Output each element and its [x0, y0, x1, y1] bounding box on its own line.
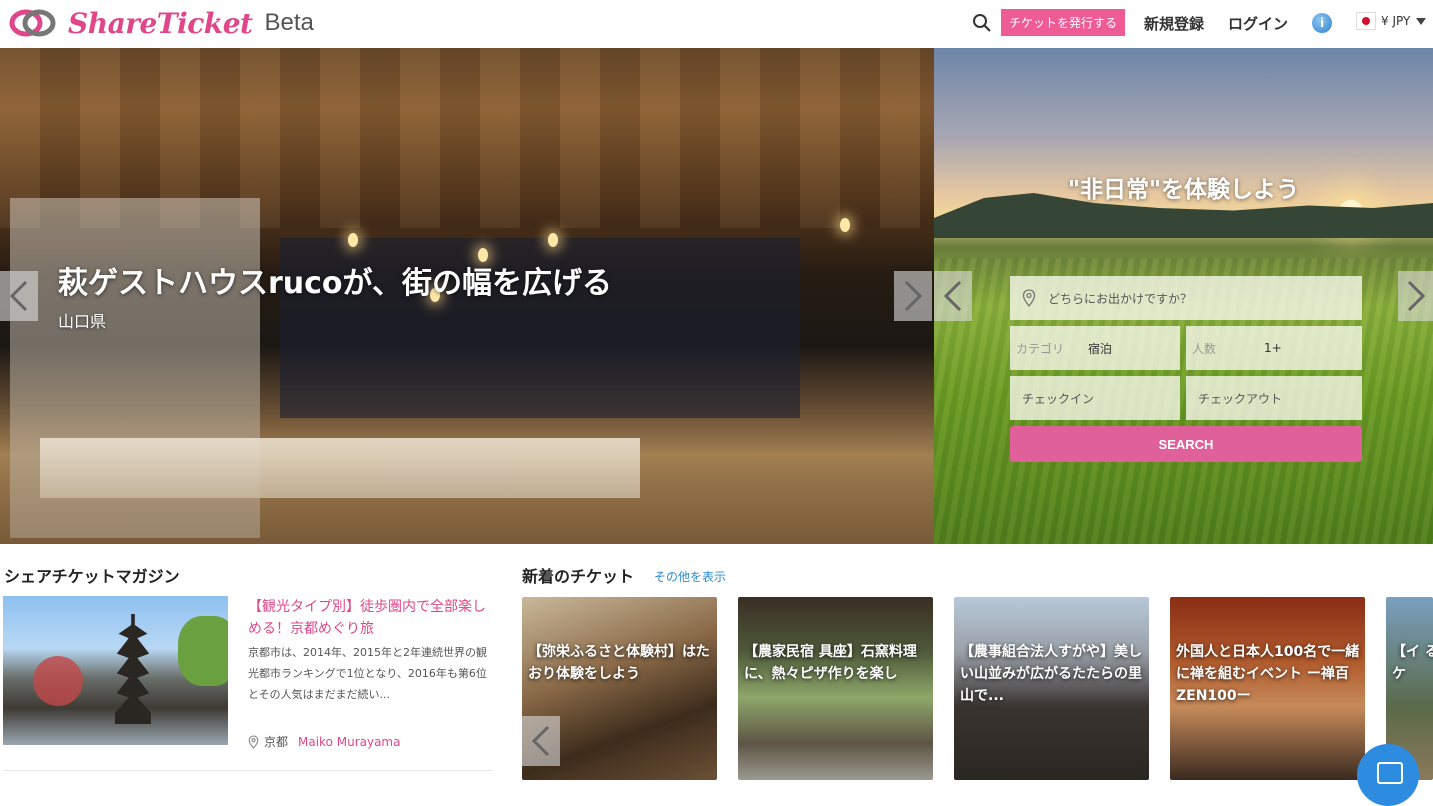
destination-input[interactable]: どちらにお出かけですか？ [1010, 276, 1362, 320]
hero-slide-image: 萩ゲストハウスrucoが、街の幅を広げる 山口県 [0, 48, 934, 544]
people-value: 1+ [1264, 341, 1282, 355]
category-label: カテゴリ [1016, 341, 1065, 356]
destination-placeholder: どちらにお出かけですか？ [1048, 291, 1193, 306]
hero-counter [40, 438, 640, 498]
ticket-title: 【農家民宿 具座】石窯料理に、熱々ピザ作りを楽し [744, 644, 917, 682]
chevron-left-icon [531, 725, 550, 757]
login-link[interactable]: ログイン [1228, 13, 1288, 34]
chevron-right-icon [1407, 280, 1425, 312]
location-pin-icon [248, 734, 259, 749]
currency-selector[interactable]: ¥ JPY [1356, 12, 1427, 30]
ticket-card[interactable]: 外国人と日本人100名で一緒に禅を組むイベント ー禅百 ZEN100ー [1170, 597, 1365, 780]
tree [178, 616, 228, 686]
category-select[interactable]: カテゴリ 宿泊 [1010, 326, 1180, 370]
top-header: ShareTicket Beta チケットを発行する 新規登録 ログイン i ¥… [0, 0, 1433, 48]
beta-label: Beta [264, 9, 314, 36]
magazine-article-description: 京都市は、2014年、2015年と2年連続世界の観光都市ランキングで1位となり、… [248, 646, 487, 701]
lamp-icon [548, 233, 558, 247]
site-logo[interactable]: ShareTicket Beta [8, 6, 314, 40]
hero-title[interactable]: 萩ゲストハウスrucoが、街の幅を広げる [58, 258, 612, 302]
checkout-input[interactable]: チェックアウト [1186, 376, 1362, 420]
ticket-title: 【弥栄ふるさと体験村】はたおり体験をしよう [528, 644, 710, 682]
checkout-label: チェックアウト [1198, 391, 1283, 406]
ticket-title: 【農事組合法人すがや】美しい山並みが広がるたたらの里山で... [960, 644, 1142, 704]
issue-ticket-button[interactable]: チケットを発行する [1001, 9, 1125, 36]
lamp-icon [348, 233, 358, 247]
info-icon[interactable]: i [1312, 13, 1332, 33]
pagoda [115, 614, 151, 724]
magazine-article-image[interactable] [3, 596, 228, 745]
show-more-link[interactable]: その他を表示 [654, 568, 726, 585]
chevron-left-icon [9, 280, 28, 312]
magazine-heading: シェアチケットマガジン [4, 567, 180, 586]
divider [3, 770, 493, 771]
right-next-button[interactable] [1398, 271, 1433, 321]
ticket-card[interactable]: 【農家民宿 具座】石窯料理に、熱々ピザ作りを楽し [738, 597, 933, 780]
checkin-input[interactable]: チェックイン [1010, 376, 1180, 420]
magazine-article-meta: 京都 Maiko Murayama [248, 733, 400, 750]
ticket-title: 【イ るケ [1392, 644, 1433, 682]
chevron-down-icon [1416, 17, 1427, 25]
lamp-icon [840, 218, 850, 232]
tree [33, 656, 83, 706]
search-icon[interactable] [972, 13, 992, 33]
logo-text: ShareTicket [68, 6, 253, 40]
logo-mark-icon [9, 9, 56, 37]
signup-link[interactable]: 新規登録 [1144, 13, 1204, 34]
hero-prev-button[interactable] [0, 271, 38, 321]
people-select[interactable]: 人数 1+ [1186, 326, 1362, 370]
magazine-article-location: 京都 [264, 735, 289, 749]
people-label: 人数 [1192, 341, 1217, 356]
ticket-title: 外国人と日本人100名で一緒に禅を組むイベント ー禅百 ZEN100ー [1176, 644, 1360, 704]
japan-flag-icon [1356, 12, 1376, 30]
category-value: 宿泊 [1088, 341, 1113, 356]
checkin-label: チェックイン [1022, 391, 1095, 406]
location-pin-icon [1022, 289, 1036, 307]
chat-icon[interactable] [1357, 744, 1419, 806]
chevron-right-icon [904, 280, 923, 312]
magazine-article-author[interactable]: Maiko Murayama [298, 735, 400, 749]
magazine-article-title[interactable]: 【観光タイプ別】徒歩圏内で全部楽しめる！京都めぐり旅 [248, 596, 488, 640]
tickets-prev-button[interactable] [522, 716, 560, 766]
ticket-card[interactable]: 【農事組合法人すがや】美しい山並みが広がるたたらの里山で... [954, 597, 1149, 780]
new-tickets-heading: 新着のチケット [522, 567, 635, 586]
hero-location: 山口県 [58, 312, 107, 331]
search-button[interactable]: SEARCH [1010, 426, 1362, 462]
hero-next-button[interactable] [894, 271, 932, 321]
right-prev-button[interactable] [934, 271, 972, 321]
hero-tagline: "非日常"を体験しよう [1068, 177, 1299, 203]
currency-label: ¥ JPY [1381, 14, 1411, 28]
chevron-left-icon [943, 280, 962, 312]
